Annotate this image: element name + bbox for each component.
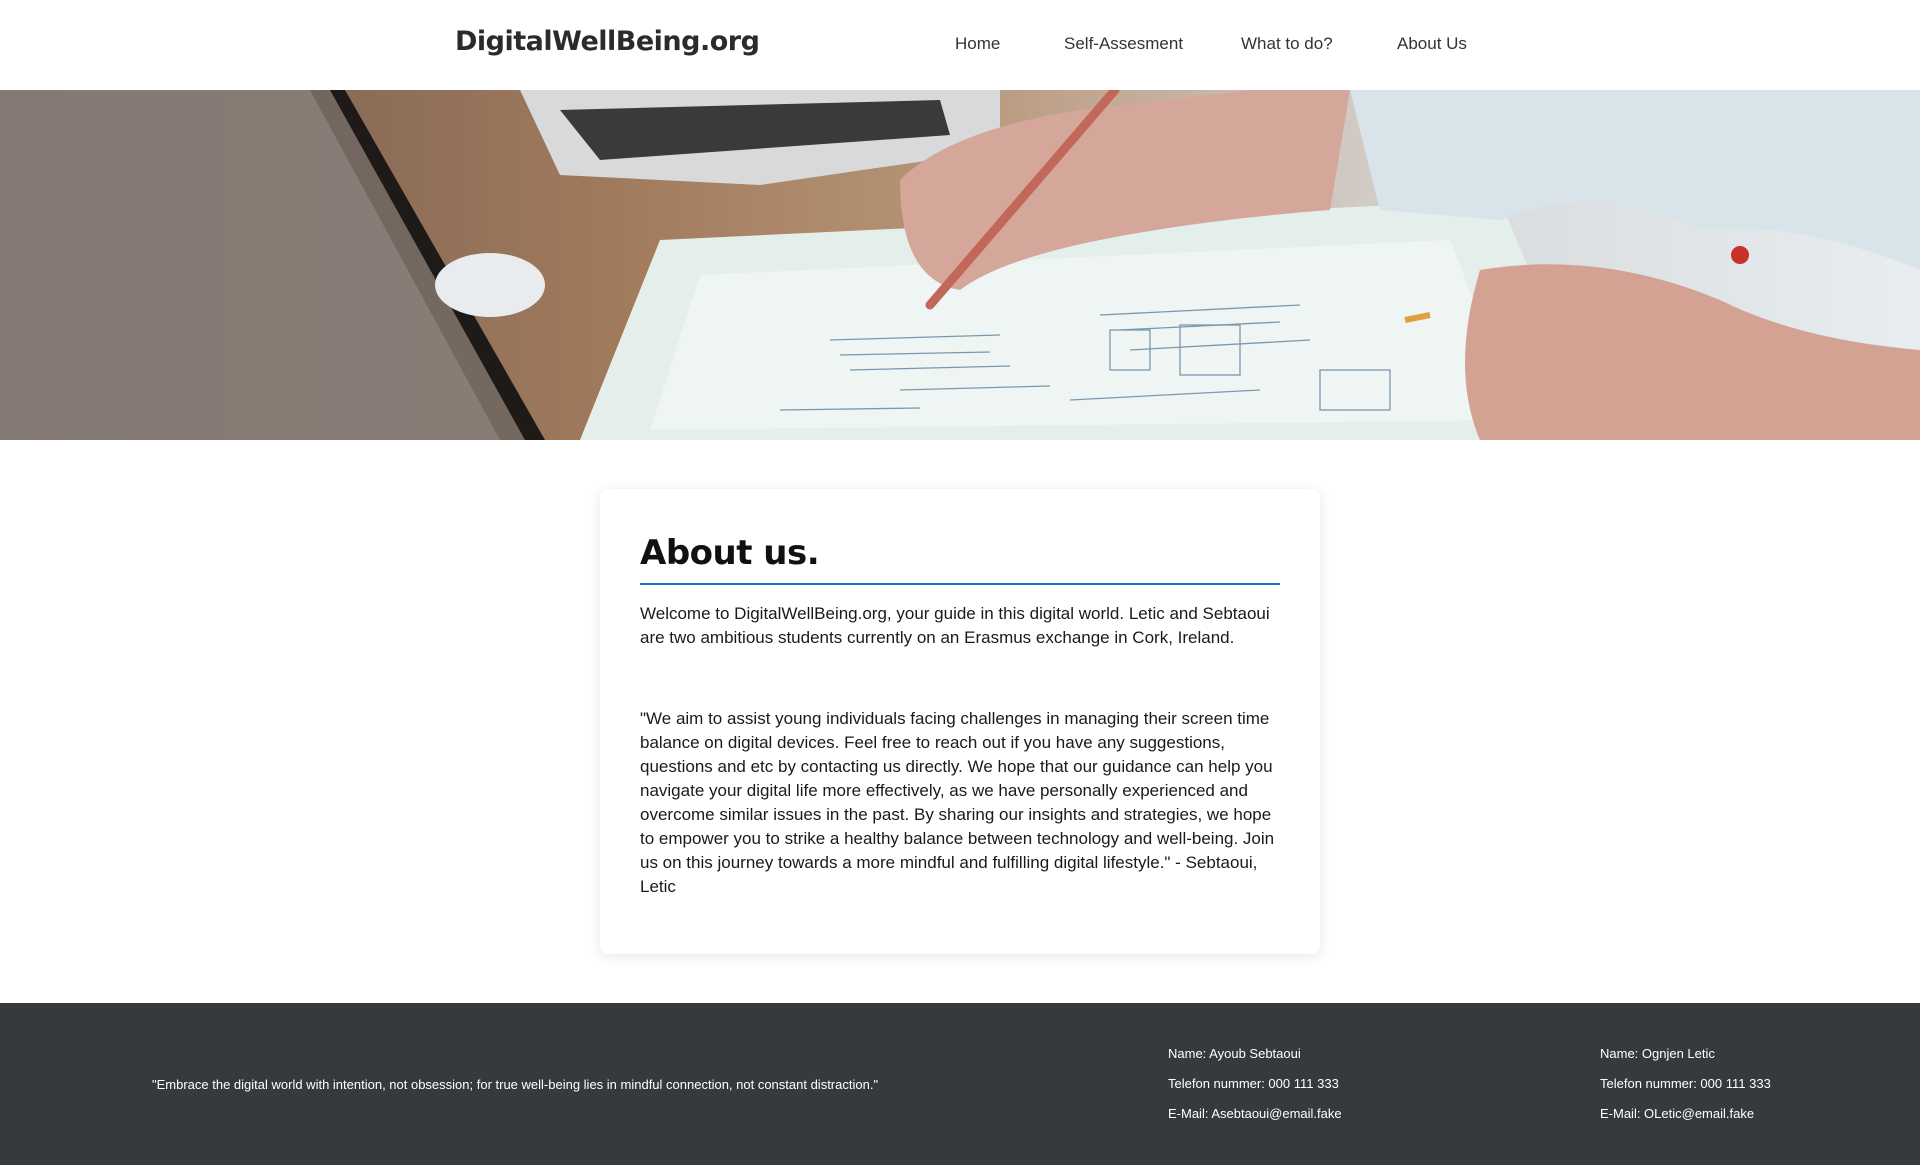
footer-contact-sebtaoui: Name: Ayoub Sebtaoui Telefon nummer: 000… [1168,1045,1342,1135]
site-logo[interactable]: DigitalWellBeing.org [455,26,760,57]
site-header: DigitalWellBeing.org Home Self-Assesment… [0,0,1920,91]
nav-link-what-to-do[interactable]: What to do? [1241,34,1333,54]
hero-illustration [0,90,1920,440]
hero-banner-image [0,90,1920,440]
site-footer: "Embrace the digital world with intentio… [0,1003,1920,1165]
about-card: About us. Welcome to DigitalWellBeing.or… [600,489,1320,954]
about-intro-text: Welcome to DigitalWellBeing.org, your gu… [640,604,1270,647]
contact-name: Name: Ognjen Letic [1600,1046,1715,1061]
nav-link-about-us[interactable]: About Us [1397,34,1467,54]
about-title: About us. [640,533,820,573]
nav-link-self-assessment[interactable]: Self-Assesment [1064,34,1183,54]
contact-phone: Telefon nummer: 000 111 333 [1168,1076,1339,1091]
footer-motto: "Embrace the digital world with intentio… [152,1077,879,1092]
contact-phone: Telefon nummer: 000 111 333 [1600,1076,1771,1091]
contact-email[interactable]: E-Mail: Asebtaoui@email.fake [1168,1105,1342,1135]
contact-email[interactable]: E-Mail: OLetic@email.fake [1600,1105,1771,1135]
title-divider [640,583,1280,585]
contact-name: Name: Ayoub Sebtaoui [1168,1046,1301,1061]
about-quote-text: "We aim to assist young individuals faci… [640,709,1275,896]
nav-link-home[interactable]: Home [955,34,1000,54]
footer-contact-letic: Name: Ognjen Letic Telefon nummer: 000 1… [1600,1045,1771,1135]
